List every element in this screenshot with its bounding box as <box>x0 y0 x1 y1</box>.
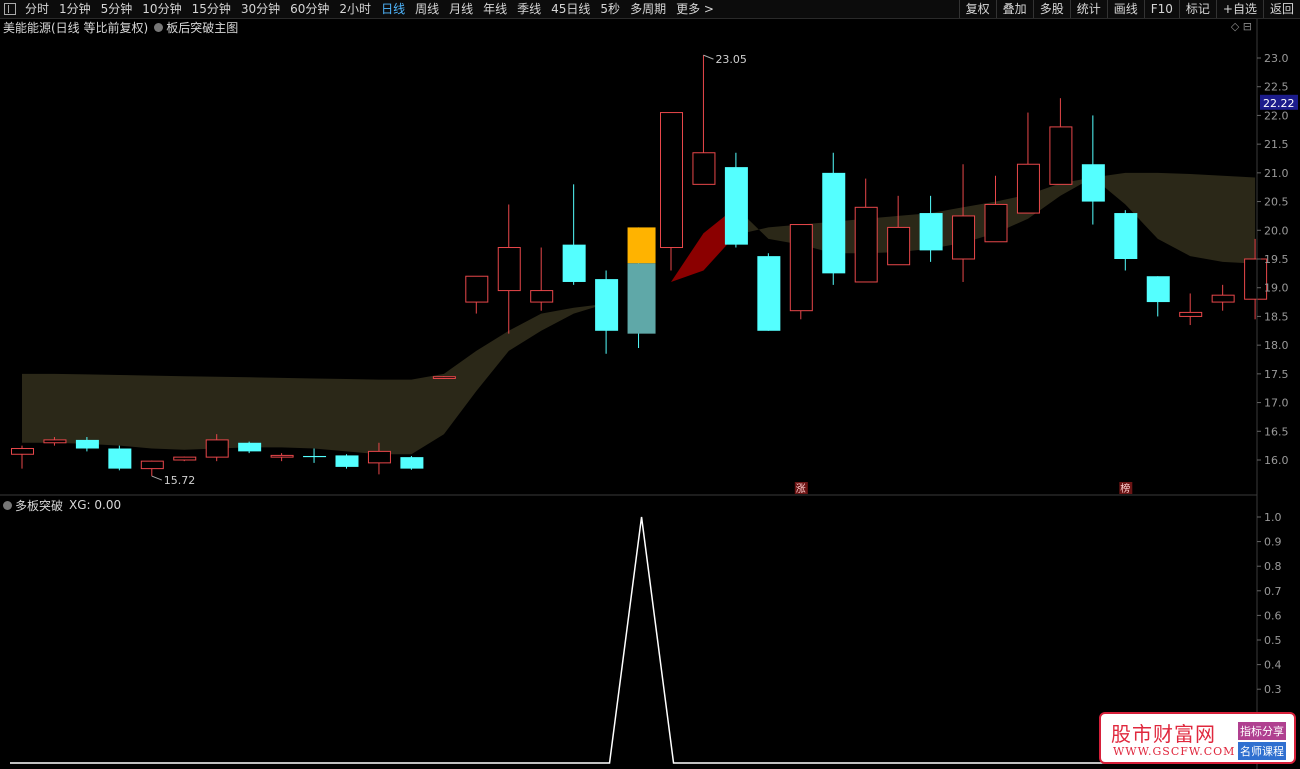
sub-tick-label: 0.7 <box>1264 585 1282 598</box>
candle-body-up <box>1211 294 1235 303</box>
candle-body-down <box>1081 164 1105 202</box>
current-price-label: 22.22 <box>1263 97 1295 110</box>
candle-body-up <box>660 112 683 249</box>
watermark-tag-course: 名师课程 <box>1238 742 1286 760</box>
candle-body-up <box>789 224 813 312</box>
price-tick-label: 21.0 <box>1264 167 1289 180</box>
watermark-title: 股市财富网 <box>1111 722 1216 746</box>
candle-body-up <box>43 439 67 444</box>
candle-body-down <box>238 442 262 452</box>
candle-body-down <box>75 439 99 449</box>
candle-body-up <box>173 456 197 461</box>
price-tick-label: 18.5 <box>1264 310 1289 323</box>
candle-body-up <box>497 247 521 292</box>
candle-body-up <box>140 460 164 470</box>
watermark-logo: 股市财富网 WWW.GSCFW.COM 指标分享 名师课程 <box>1099 712 1296 764</box>
price-tick-label: 23.0 <box>1264 52 1289 65</box>
candle-body-up <box>984 203 1008 243</box>
candle-body-down <box>303 455 327 458</box>
candle-body-up <box>465 275 489 303</box>
candle-body-up <box>11 448 34 455</box>
candle-body-up <box>1179 311 1203 317</box>
price-tick-label: 19.5 <box>1264 253 1289 266</box>
candle-body-up <box>692 152 716 185</box>
candle-body-down <box>757 256 781 331</box>
candle-body-up <box>1016 163 1040 214</box>
price-tick-label: 22.5 <box>1264 81 1289 94</box>
candle-body-down <box>562 244 586 282</box>
marker-text: 涨 <box>796 483 806 495</box>
sub-tick-label: 0.5 <box>1264 634 1282 647</box>
price-tick-label: 22.0 <box>1264 109 1289 122</box>
price-tick-label: 17.5 <box>1264 368 1289 381</box>
candle-body-up <box>854 206 878 283</box>
price-tick-label: 18.0 <box>1264 339 1289 352</box>
watermark-tag-share: 指标分享 <box>1238 722 1286 740</box>
price-tick-label: 20.0 <box>1264 224 1289 237</box>
candle-body-up <box>270 454 294 458</box>
candle-body-down <box>595 279 619 331</box>
candle-body-up <box>887 226 911 266</box>
price-tick-label: 19.0 <box>1264 282 1289 295</box>
kline-chart[interactable]: 23.0 22.5 22.0 21.5 21.0 20.5 20.0 19.5 19.0 18.5… <box>0 0 1300 769</box>
candle-body-down <box>400 457 424 469</box>
candle-body-down <box>108 448 132 469</box>
candle-highlight-top <box>627 227 656 264</box>
candle-body-down <box>335 455 359 467</box>
marker-text: 榜 <box>1120 482 1130 495</box>
low-arrow <box>151 475 162 481</box>
candle-body-down <box>919 213 943 251</box>
price-tick-label: 17.0 <box>1264 397 1289 410</box>
candle-body-down <box>1146 276 1170 303</box>
sub-tick-label: 0.8 <box>1264 560 1282 573</box>
watermark-url: WWW.GSCFW.COM <box>1113 745 1236 758</box>
ma-band-left <box>22 282 671 455</box>
candle-body-up <box>367 450 391 464</box>
candle-body-down <box>724 167 748 245</box>
high-arrow <box>703 54 714 60</box>
low-label: 15.72 <box>164 474 196 487</box>
candle-body-down <box>1114 213 1138 259</box>
sub-tick-label: 0.4 <box>1264 659 1282 672</box>
candle-body-up <box>1049 126 1073 185</box>
price-tick-label: 20.5 <box>1264 196 1289 209</box>
sub-tick-label: 1.0 <box>1264 511 1282 524</box>
price-tick-label: 16.5 <box>1264 425 1289 438</box>
xg-line <box>10 516 1255 764</box>
candle-body-up <box>952 215 976 260</box>
price-tick-label: 16.0 <box>1264 454 1289 467</box>
candle-body-up <box>205 439 229 458</box>
high-label: 23.05 <box>715 53 747 66</box>
sub-tick-label: 0.3 <box>1264 683 1282 696</box>
candle-body-up <box>432 376 456 379</box>
sub-tick-label: 0.9 <box>1264 536 1282 549</box>
candle-highlight-bottom <box>627 263 656 334</box>
sub-tick-label: 0.6 <box>1264 609 1282 622</box>
candle-body-down <box>822 172 846 274</box>
candle-body-up <box>530 290 554 303</box>
price-tick-label: 21.5 <box>1264 138 1289 151</box>
